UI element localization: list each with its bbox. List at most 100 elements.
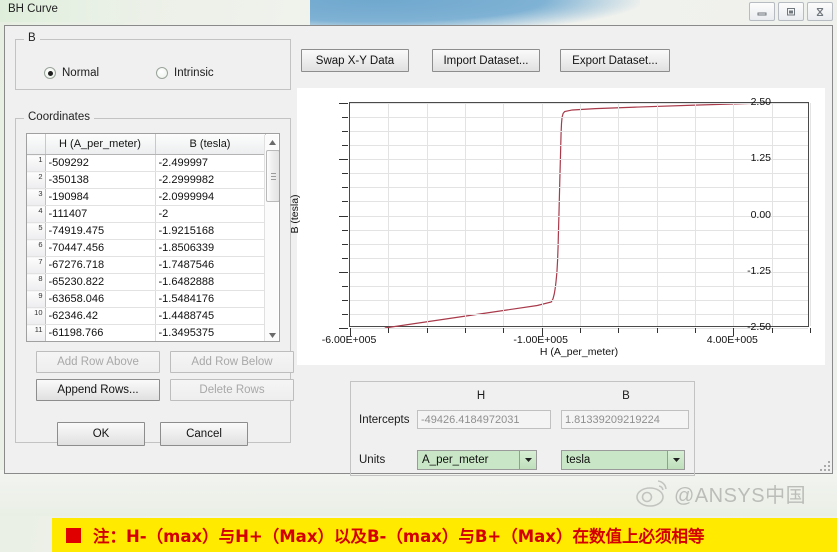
cell-h[interactable]: -67276.718 bbox=[45, 256, 156, 274]
add-row-below-button[interactable]: Add Row Below bbox=[170, 351, 294, 373]
cell-b[interactable]: -1.4488745 bbox=[155, 307, 266, 325]
scroll-down-arrow-icon[interactable] bbox=[265, 328, 279, 341]
chart-x-tick bbox=[618, 328, 620, 333]
cell-b[interactable]: -1.8506339 bbox=[155, 239, 266, 257]
chart-y-tick bbox=[342, 313, 348, 315]
chart-gridline-vertical bbox=[618, 103, 620, 326]
chart-gridline-vertical bbox=[695, 103, 696, 326]
table-row[interactable]: 10 -62346.42 -1.4488745 bbox=[27, 307, 266, 325]
cell-b[interactable]: -1.2503395 bbox=[155, 342, 265, 343]
row-number-cell[interactable]: 10 bbox=[27, 307, 46, 325]
chart-y-tick bbox=[342, 117, 348, 119]
bh-curve-chart: B (tesla) H (A_per_meter) -2.50 -1.25 0.00… bbox=[289, 88, 825, 365]
row-number-cell[interactable]: 8 bbox=[27, 273, 46, 291]
chart-gridline-vertical bbox=[656, 103, 658, 326]
cell-h[interactable]: -61198.766 bbox=[45, 324, 156, 341]
chart-y-tick bbox=[339, 215, 348, 217]
close-button[interactable] bbox=[807, 2, 833, 21]
cell-h[interactable]: -70447.456 bbox=[45, 239, 156, 257]
column-header-h[interactable]: H (A_per_meter) bbox=[45, 134, 156, 155]
cell-b[interactable]: -1.7487546 bbox=[155, 256, 266, 274]
row-number-cell[interactable]: 7 bbox=[27, 256, 46, 274]
table-row[interactable]: 6 -70447.456 -1.8506339 bbox=[27, 239, 266, 257]
radio-normal[interactable]: Normal bbox=[44, 67, 99, 79]
table-row[interactable]: 3 -190984 -2.0999994 bbox=[27, 188, 266, 206]
table-row[interactable]: 4 -111407 -2 bbox=[27, 205, 266, 223]
cell-h[interactable]: -60161.798 bbox=[45, 342, 155, 343]
row-number-header bbox=[27, 134, 46, 155]
chart-gridline-horizontal bbox=[350, 285, 808, 287]
chart-x-tick-label: -1.00E+005 bbox=[513, 334, 568, 346]
chevron-down-icon[interactable] bbox=[667, 451, 684, 469]
cell-b[interactable]: -1.3495375 bbox=[155, 324, 266, 341]
cell-h[interactable]: -111407 bbox=[45, 205, 156, 223]
cell-h[interactable]: -65230.822 bbox=[45, 273, 156, 291]
cell-b[interactable]: -1.9215168 bbox=[155, 222, 266, 240]
chevron-down-icon[interactable] bbox=[519, 451, 536, 469]
row-number-cell[interactable]: 9 bbox=[27, 290, 46, 308]
table-row[interactable]: 5 -74919.475 -1.9215168 bbox=[27, 222, 266, 240]
row-number-cell[interactable]: 4 bbox=[27, 205, 46, 223]
table-vertical-scrollbar[interactable] bbox=[264, 135, 279, 341]
radio-intrinsic[interactable]: Intrinsic bbox=[156, 67, 214, 79]
intercept-h-field: -49426.4184972031 bbox=[417, 410, 551, 429]
row-number-cell[interactable]: 11 bbox=[27, 324, 46, 341]
row-number-cell[interactable]: 2 bbox=[27, 171, 46, 189]
row-number-cell[interactable]: 3 bbox=[27, 188, 46, 206]
minimize-button[interactable] bbox=[749, 2, 775, 21]
cancel-button[interactable]: Cancel bbox=[160, 422, 248, 446]
chart-y-tick bbox=[339, 103, 348, 104]
swap-xy-data-button[interactable]: Swap X-Y Data bbox=[301, 49, 409, 72]
chart-x-tick-label: 4.00E+005 bbox=[706, 334, 758, 346]
table-row[interactable]: 1 -509292 -2.499997 bbox=[27, 154, 266, 172]
table-row[interactable]: 7 -67276.718 -1.7487546 bbox=[27, 256, 266, 274]
units-b-dropdown[interactable]: tesla bbox=[561, 450, 685, 470]
cell-b[interactable]: -2.2999982 bbox=[155, 171, 266, 189]
row-number-cell[interactable]: 6 bbox=[27, 239, 46, 257]
cell-h[interactable]: -190984 bbox=[45, 188, 156, 206]
row-number-cell[interactable]: 12 bbox=[27, 342, 45, 343]
coordinates-table-wrapper: H (A_per_meter) B (tesla) 1 -509292 -2.499… bbox=[26, 133, 280, 342]
chart-y-tick bbox=[342, 299, 348, 301]
maximize-button[interactable] bbox=[778, 2, 804, 21]
resize-grip[interactable] bbox=[817, 458, 831, 472]
chart-y-tick bbox=[339, 328, 348, 329]
cell-b[interactable]: -2 bbox=[155, 205, 266, 223]
append-rows-button[interactable]: Append Rows... bbox=[36, 379, 160, 401]
table-row[interactable]: 9 -63658.046 -1.5484176 bbox=[27, 290, 266, 308]
table-row[interactable]: 11 -61198.766 -1.3495375 bbox=[27, 324, 266, 341]
cell-h[interactable]: -63658.046 bbox=[45, 290, 156, 308]
chart-gridline-vertical bbox=[426, 103, 428, 326]
table-row[interactable]: 12-60161.798-1.2503395 bbox=[27, 342, 265, 343]
column-header-b[interactable]: B (tesla) bbox=[155, 134, 266, 155]
chart-y-tick bbox=[342, 131, 348, 133]
chart-gridline-vertical bbox=[541, 103, 543, 326]
intercepts-row-label: Intercepts bbox=[359, 414, 410, 426]
import-dataset-button[interactable]: Import Dataset... bbox=[432, 49, 540, 72]
table-header-row: H (A_per_meter) B (tesla) bbox=[27, 134, 266, 155]
cell-h[interactable]: -62346.42 bbox=[45, 307, 156, 325]
export-dataset-button[interactable]: Export Dataset... bbox=[560, 49, 670, 72]
ok-button[interactable]: OK bbox=[57, 422, 145, 446]
weibo-handle: @ANSYS中国 bbox=[674, 484, 807, 507]
table-row[interactable]: 2 -350138 -2.2999982 bbox=[27, 171, 266, 189]
annotation-banner: 注：H-（max）与H+（Max）以及B-（max）与B+（Max）在数值上必须… bbox=[52, 518, 837, 552]
b-type-group: B Normal Intrinsic bbox=[15, 32, 291, 90]
chart-gridline-horizontal bbox=[350, 187, 808, 189]
cell-b[interactable]: -2.499997 bbox=[155, 154, 266, 172]
scrollbar-thumb[interactable] bbox=[266, 150, 279, 202]
scroll-up-arrow-icon[interactable] bbox=[265, 135, 279, 149]
cell-h[interactable]: -509292 bbox=[45, 154, 156, 172]
cell-h[interactable]: -350138 bbox=[45, 171, 156, 189]
row-number-cell[interactable]: 1 bbox=[27, 154, 46, 172]
table-row[interactable]: 8 -65230.822 -1.6482888 bbox=[27, 273, 266, 291]
cell-b[interactable]: -2.0999994 bbox=[155, 188, 266, 206]
cell-b[interactable]: -1.6482888 bbox=[155, 273, 266, 291]
row-number-cell[interactable]: 5 bbox=[27, 222, 46, 240]
chart-gridline-horizontal bbox=[350, 229, 808, 231]
units-h-dropdown[interactable]: A_per_meter bbox=[417, 450, 537, 470]
add-row-above-button[interactable]: Add Row Above bbox=[36, 351, 160, 373]
cell-b[interactable]: -1.5484176 bbox=[155, 290, 266, 308]
delete-rows-button[interactable]: Delete Rows bbox=[170, 379, 294, 401]
cell-h[interactable]: -74919.475 bbox=[45, 222, 156, 240]
